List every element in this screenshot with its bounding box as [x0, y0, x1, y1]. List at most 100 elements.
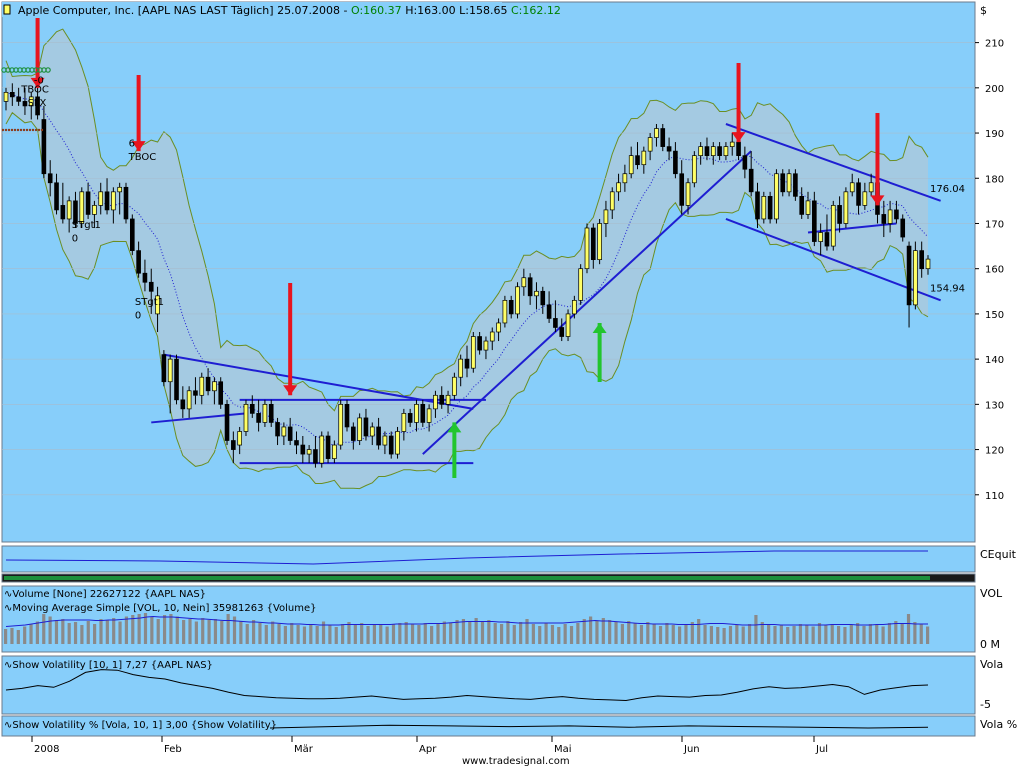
- candle-body: [275, 422, 280, 437]
- volume-axis-label: VOL: [980, 587, 1003, 600]
- equity-panel[interactable]: [1, 545, 976, 573]
- x-tick-label: Jul: [815, 744, 828, 755]
- volume-bar: [620, 624, 624, 644]
- candle: [913, 241, 918, 310]
- volume-bar: [894, 621, 898, 644]
- candle-body: [868, 182, 874, 193]
- volume-bar: [201, 618, 205, 644]
- volume-bar: [73, 622, 78, 644]
- volume-bar: [913, 622, 917, 644]
- volume-bar: [658, 626, 663, 644]
- volume-bar: [900, 624, 904, 644]
- volatility-pct-series-label: ∿Show Volatility % [Vola, 10, 1] 3,00 {S…: [4, 720, 277, 731]
- candle-body: [862, 191, 868, 206]
- volume-bar: [328, 625, 332, 644]
- volume-bar: [678, 626, 682, 644]
- candle-body: [300, 444, 306, 455]
- volume-bar: [817, 623, 822, 644]
- candle: [174, 354, 179, 405]
- candle: [584, 223, 590, 274]
- volume-bar: [379, 625, 383, 644]
- candle-body: [85, 191, 91, 215]
- candle: [123, 182, 129, 224]
- signal-label: SLX: [28, 98, 47, 109]
- candle-body: [294, 440, 299, 446]
- volume-bar: [728, 626, 733, 644]
- candle-body: [755, 191, 760, 220]
- timeline-scrollbar-thumb[interactable]: [4, 576, 930, 580]
- candle-body: [458, 358, 463, 378]
- candle-body: [79, 191, 85, 224]
- volume-bar: [80, 625, 84, 644]
- candle-body: [123, 186, 129, 220]
- candle-body: [54, 182, 59, 211]
- volume-bar: [849, 625, 853, 644]
- candle: [502, 295, 508, 328]
- candle-body: [351, 426, 356, 441]
- price-y-axis: 110 120 130 140 150 160 170 180 190 200 210: [975, 39, 1004, 502]
- candle-body: [287, 426, 293, 441]
- candle: [692, 151, 697, 188]
- candle-body: [66, 200, 72, 220]
- signal-label: TBOC: [128, 152, 157, 163]
- volume-bar: [175, 616, 179, 644]
- volume-bar: [226, 614, 230, 644]
- candle-body: [673, 150, 678, 175]
- candle-body: [723, 146, 729, 157]
- volume-bar: [862, 626, 866, 644]
- chart-canvas: 176.04154.94 TBOCSLX-06TBOCSTgt10STgt10 …: [1, 1, 1017, 767]
- x-tick-label: Apr: [419, 744, 437, 755]
- volume-bar: [455, 620, 459, 644]
- volume-bar: [550, 625, 555, 644]
- volume-bar: [786, 627, 790, 644]
- candle: [515, 282, 520, 319]
- candle-body: [489, 331, 495, 342]
- volume-bar: [67, 623, 71, 644]
- signal-label: 6: [129, 139, 135, 150]
- candle: [565, 309, 571, 342]
- volume-bar: [767, 624, 771, 644]
- y-tick-label: 140: [985, 355, 1004, 366]
- volume-bar: [430, 626, 434, 644]
- candle-body: [818, 232, 823, 242]
- stop-marker: [28, 128, 32, 132]
- candle-body: [256, 413, 261, 423]
- volume-bar: [627, 621, 631, 644]
- candle-body: [534, 290, 539, 297]
- stop-marker: [10, 128, 14, 132]
- volume-bar: [569, 626, 574, 644]
- volume-bar: [747, 624, 752, 644]
- candle-body: [369, 426, 375, 437]
- y-tick-label: 210: [985, 39, 1004, 50]
- volume-bar: [417, 625, 421, 644]
- price-axis-unit: $: [980, 4, 987, 17]
- candle-body: [464, 358, 470, 369]
- candle-body: [186, 390, 192, 410]
- candle-body: [205, 376, 211, 392]
- volume-bar: [538, 626, 542, 644]
- stop-marker: [37, 128, 41, 132]
- candle-body: [420, 403, 426, 423]
- volume-bar: [576, 623, 580, 644]
- volume-bar: [811, 626, 815, 644]
- candle: [774, 169, 779, 224]
- svg-text:Apple Computer, Inc. [AAPL NAS: Apple Computer, Inc. [AAPL NAS LAST Tägl…: [18, 4, 561, 17]
- candle-body: [231, 440, 236, 450]
- candle-body: [515, 286, 520, 315]
- candle-body: [508, 299, 514, 315]
- y-tick-label: 170: [985, 219, 1004, 230]
- volume-bar: [773, 626, 777, 644]
- candle-body: [129, 218, 135, 251]
- volume-bar: [385, 626, 389, 644]
- volume-bar: [296, 625, 300, 644]
- volume-bar: [601, 618, 605, 644]
- volume-bar: [563, 624, 567, 644]
- y-tick-label: 180: [985, 174, 1004, 185]
- candle-body: [698, 146, 703, 157]
- volume-bar: [372, 624, 376, 644]
- stop-marker: [34, 128, 38, 132]
- volume-bar: [824, 625, 828, 644]
- candle-body: [218, 381, 224, 405]
- volume-bar: [23, 626, 27, 644]
- candle-body: [41, 119, 47, 175]
